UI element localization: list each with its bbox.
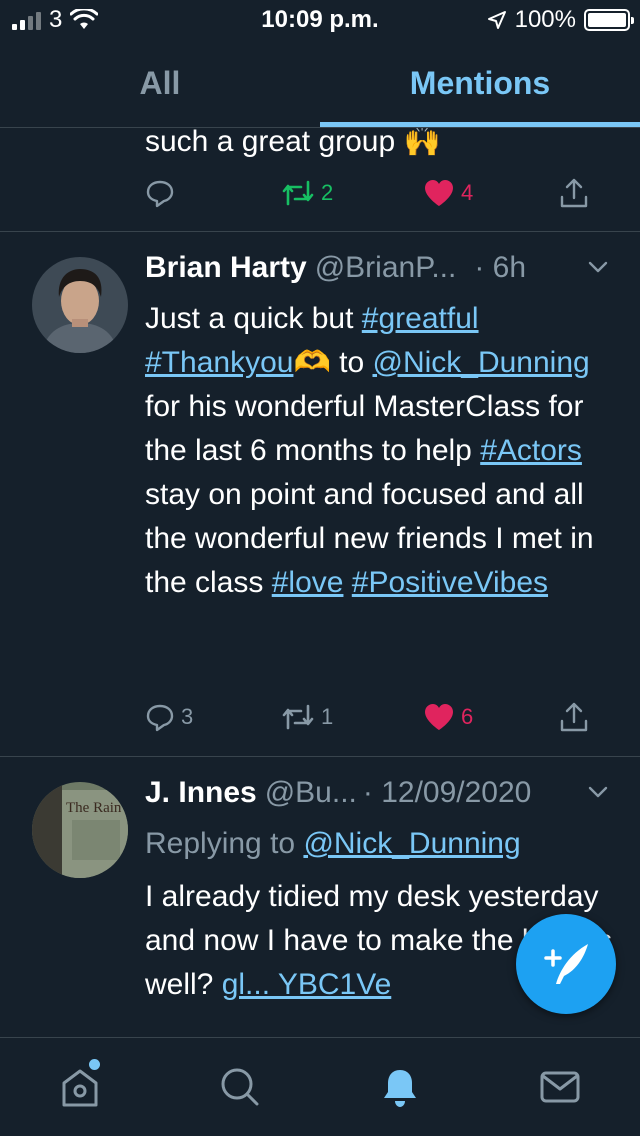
reply-icon xyxy=(146,704,174,732)
like-button[interactable]: 6 xyxy=(423,702,473,732)
messages-icon xyxy=(540,1071,580,1103)
tweet-partial[interactable]: such a great group 🙌 2 4 xyxy=(0,128,640,232)
retweet-button[interactable]: 1 xyxy=(281,702,333,732)
new-content-dot xyxy=(89,1059,100,1070)
hashtag-link[interactable]: #love xyxy=(272,566,344,599)
hashtag-link[interactable]: #Actors xyxy=(480,434,582,467)
author-name[interactable]: J. Innes xyxy=(145,776,257,810)
tab-mentions[interactable]: Mentions xyxy=(320,40,640,127)
compose-button[interactable] xyxy=(516,914,616,1014)
tweet-header: Brian Harty @BrianP... · 6h xyxy=(145,251,610,285)
tweet-header: J. Innes @Bu... · 12/09/2020 xyxy=(145,776,610,810)
text-run: 🫶 to xyxy=(293,346,373,379)
retweet-icon xyxy=(282,180,314,206)
tweet-time: · 12/09/2020 xyxy=(362,776,532,809)
author-handle[interactable]: @BrianP... xyxy=(315,251,457,285)
notifications-icon xyxy=(384,1070,416,1107)
nav-notifications[interactable] xyxy=(360,1047,440,1127)
retweet-count: 2 xyxy=(321,180,334,205)
hashtag-link[interactable]: #greatful xyxy=(362,302,479,335)
url-link[interactable]: gl... YBC1Ve xyxy=(222,968,392,1001)
nav-home[interactable] xyxy=(40,1047,120,1127)
mention-link[interactable]: @Nick_Dunning xyxy=(303,827,520,860)
carrier-label: 3 xyxy=(49,6,63,33)
wifi-icon xyxy=(70,9,99,29)
chevron-down-icon[interactable] xyxy=(586,780,610,804)
tweet-text: Just a quick but #greatful #Thankyou🫶 to… xyxy=(145,297,615,605)
chevron-down-icon[interactable] xyxy=(586,255,610,279)
retweet-count: 1 xyxy=(321,704,334,729)
battery-percent: 100% xyxy=(514,6,576,33)
share-icon xyxy=(560,702,588,732)
home-icon xyxy=(62,1069,98,1107)
reply-icon xyxy=(146,180,174,208)
avatar-photo: The Rain xyxy=(32,782,128,878)
nav-search[interactable] xyxy=(200,1047,280,1127)
avatar-text: The Rain xyxy=(66,800,122,816)
location-icon xyxy=(487,11,506,29)
tab-all[interactable]: All xyxy=(0,40,320,127)
hashtag-link[interactable]: #Thankyou xyxy=(145,346,293,379)
share-icon xyxy=(560,178,588,208)
author-name[interactable]: Brian Harty xyxy=(145,251,307,285)
reply-button[interactable] xyxy=(145,178,175,208)
author-handle[interactable]: @Bu... xyxy=(265,776,357,810)
avatar[interactable] xyxy=(32,257,128,353)
tweet-actions: 2 4 xyxy=(145,173,605,213)
status-bar: 3 10:09 p.m. 100% xyxy=(0,0,640,40)
like-icon xyxy=(425,180,453,206)
replying-label: Replying to xyxy=(145,827,304,860)
text-run: Just a quick but xyxy=(145,302,362,335)
tweet-actions: 3 1 6 xyxy=(145,697,605,737)
tweet-text: such a great group 🙌 xyxy=(145,128,441,158)
share-button[interactable] xyxy=(559,701,589,733)
avatar[interactable]: The Rain xyxy=(32,782,128,878)
retweet-icon xyxy=(282,704,314,730)
reply-button[interactable]: 3 xyxy=(145,702,193,732)
compose-icon xyxy=(544,944,588,984)
mention-link[interactable]: @Nick_Dunning xyxy=(372,346,589,379)
avatar-photo xyxy=(32,257,128,353)
notification-tabs: All Mentions xyxy=(0,40,640,128)
battery-icon xyxy=(584,9,634,31)
nav-messages[interactable] xyxy=(520,1047,600,1127)
like-count: 4 xyxy=(461,180,474,205)
like-button[interactable]: 4 xyxy=(423,178,473,208)
retweet-button[interactable]: 2 xyxy=(281,178,333,208)
share-button[interactable] xyxy=(559,177,589,209)
signal-icon xyxy=(12,10,41,30)
hashtag-link[interactable]: #PositiveVibes xyxy=(352,566,548,599)
search-icon xyxy=(221,1068,259,1106)
mentions-feed[interactable]: such a great group 🙌 2 4 Brian Harty @Br… xyxy=(0,128,640,1037)
tweet[interactable]: Brian Harty @BrianP... · 6h Just a quick… xyxy=(0,231,640,757)
like-icon xyxy=(425,704,453,730)
reply-count: 3 xyxy=(181,704,194,729)
tweet-time: · 6h xyxy=(474,251,527,284)
replying-to: Replying to @Nick_Dunning xyxy=(145,822,615,866)
like-count: 6 xyxy=(461,704,474,729)
bottom-nav xyxy=(0,1037,640,1136)
